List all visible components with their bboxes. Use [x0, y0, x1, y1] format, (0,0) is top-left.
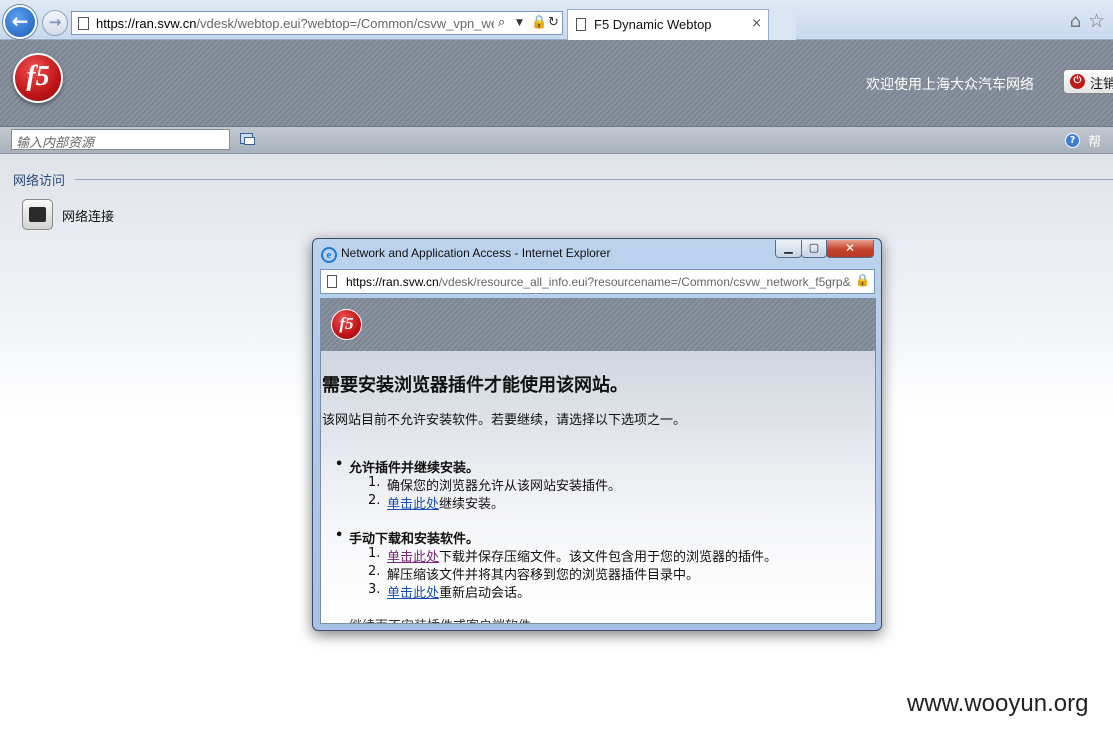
section-title: 网络访问: [13, 174, 66, 189]
popup-address-url[interactable]: https://ran.svw.cn/vdesk/resource_all_in…: [346, 275, 854, 289]
lock-icon[interactable]: 🔒: [531, 15, 547, 30]
resource-search-input[interactable]: 输入内部资源: [11, 129, 230, 150]
plugin-intro: 该网站目前不允许安装软件。若要继续，请选择以下选项之一。: [322, 413, 687, 428]
option-continue-partial: 继续而不安装插件或客户端软件。: [349, 615, 544, 623]
lock-icon[interactable]: 🔒: [855, 273, 870, 287]
option-allow-plugin: 允许插件并继续安装。: [335, 457, 479, 476]
back-icon[interactable]: ←: [3, 5, 37, 39]
list-item: 1. 确保您的浏览器允许从该网站安装插件。: [368, 475, 622, 494]
search-icon[interactable]: ⌕: [498, 15, 505, 30]
welcome-text: 欢迎使用上海大众汽车网络: [866, 77, 1034, 93]
close-tab-icon[interactable]: ×: [751, 16, 762, 31]
close-window-button[interactable]: ✕: [826, 240, 874, 258]
click-here-link[interactable]: 单击此处: [387, 497, 439, 512]
view-toggle-icon[interactable]: [240, 133, 255, 145]
minimize-button[interactable]: ▁: [775, 240, 802, 258]
maximize-button[interactable]: ▢: [801, 240, 827, 258]
list-item: 3. 单击此处重新启动会话。: [368, 582, 531, 601]
help-icon: ?: [1065, 133, 1080, 148]
ie-logo-icon: e: [321, 247, 337, 263]
forward-icon[interactable]: →: [42, 10, 68, 36]
option-manual-download: 手动下载和安装软件。: [335, 528, 479, 547]
logout-button[interactable]: ⏻ 注销: [1063, 69, 1113, 94]
restart-session-link[interactable]: 单击此处: [387, 586, 439, 601]
network-connection-link[interactable]: 网络连接: [62, 206, 114, 225]
popup-address-bar[interactable]: https://ran.svw.cn/vdesk/resource_all_in…: [320, 269, 875, 294]
popup-content: 需要安装浏览器插件才能使用该网站。 该网站目前不允许安装软件。若要继续，请选择以…: [321, 351, 875, 623]
f5-logo: f5: [331, 309, 362, 340]
popup-window: e Network and Application Access - Inter…: [312, 238, 882, 631]
download-link[interactable]: 单击此处: [387, 550, 439, 565]
browser-toolbar: ← → https://ran.svw.cn/vdesk/webtop.eui?…: [0, 0, 1113, 40]
webtop-toolbar: 输入内部资源 ? 帮助: [0, 126, 1113, 169]
f5-logo: f5: [13, 53, 63, 103]
network-connection-icon[interactable]: [22, 199, 53, 230]
page-icon: [327, 275, 337, 288]
popup-banner: f5: [321, 299, 875, 351]
list-item: 1. 单击此处下载并保存压缩文件。该文件包含用于您的浏览器的插件。: [368, 546, 778, 565]
address-bar[interactable]: https://ran.svw.cn/vdesk/webtop.eui?webt…: [71, 11, 563, 35]
section-divider: [75, 179, 1113, 180]
address-url[interactable]: https://ran.svw.cn/vdesk/webtop.eui?webt…: [96, 16, 494, 31]
refresh-icon[interactable]: ↻: [548, 15, 559, 30]
popup-title: Network and Application Access - Interne…: [341, 246, 611, 260]
home-icon[interactable]: ⌂: [1070, 11, 1081, 32]
list-item: 2. 解压缩该文件并将其内容移到您的浏览器插件目录中。: [368, 564, 700, 583]
dropdown-icon[interactable]: ▼: [516, 18, 523, 28]
tab-title: F5 Dynamic Webtop: [594, 17, 712, 32]
page-icon: [576, 18, 586, 31]
list-item: 2. 单击此处继续安装。: [368, 493, 505, 512]
page-icon: [78, 17, 89, 30]
new-tab-button[interactable]: [768, 9, 796, 40]
popup-page: f5 需要安装浏览器插件才能使用该网站。 该网站目前不允许安装软件。若要继续，请…: [320, 298, 876, 624]
logout-label: 注销: [1090, 77, 1113, 92]
favorites-star-icon[interactable]: ☆: [1088, 10, 1105, 32]
tab-webtop[interactable]: F5 Dynamic Webtop ×: [567, 9, 796, 40]
power-icon: ⏻: [1070, 74, 1085, 89]
plugin-heading: 需要安装浏览器插件才能使用该网站。: [322, 375, 628, 396]
watermark: www.wooyun.org: [907, 690, 1089, 717]
